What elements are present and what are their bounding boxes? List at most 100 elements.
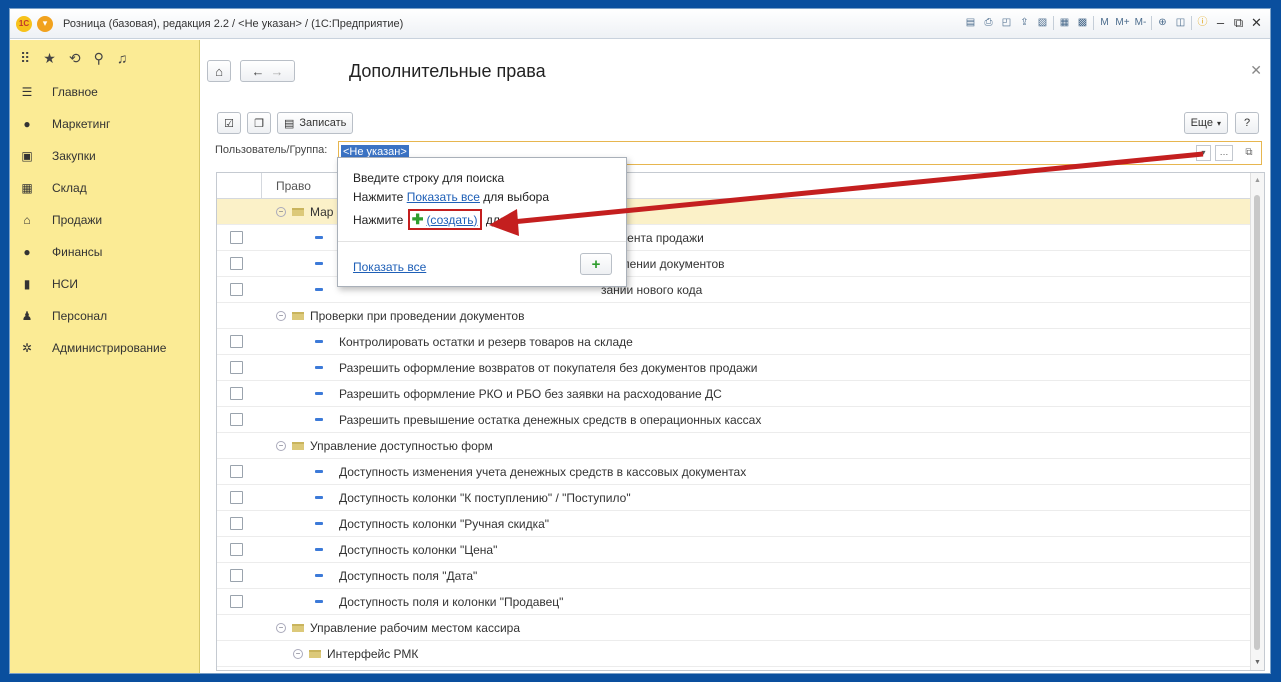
sidebar-item-label: Продажи	[52, 213, 103, 227]
search-icon[interactable]: ⚲	[94, 50, 104, 67]
main-menu-button[interactable]: ▾	[37, 15, 53, 32]
create-link[interactable]: (создать)	[426, 213, 477, 227]
table-row[interactable]: Контролировать остатки и резерв товаров …	[217, 329, 1264, 355]
item-icon	[315, 236, 323, 239]
more-button[interactable]: Еще ▾	[1183, 112, 1228, 134]
row-checkbox[interactable]	[230, 517, 243, 530]
open-icon[interactable]: ⧉	[1241, 145, 1257, 161]
table-row[interactable]: Доступность колонки "Цена"	[217, 537, 1264, 563]
calculator-icon[interactable]: ▦	[1057, 15, 1072, 31]
select-button[interactable]: …	[1215, 145, 1233, 161]
sidebar-item-label: Персонал	[52, 309, 108, 323]
table-row[interactable]: Разрешить превышение остатка денежных ср…	[217, 407, 1264, 433]
memory-mminus-button[interactable]: M-	[1133, 15, 1148, 31]
row-checkbox[interactable]	[230, 413, 243, 426]
table-row[interactable]: Разрешить оформление возвратов от покупа…	[217, 355, 1264, 381]
copy-button[interactable]: ❐	[247, 112, 271, 134]
sidebar-item-main[interactable]: ☰ Главное	[10, 76, 199, 108]
scroll-up-icon[interactable]: ▲	[1254, 177, 1261, 184]
upload-icon[interactable]: ⇪	[1017, 15, 1032, 31]
reference-icon: ▮	[23, 277, 31, 291]
row-checkbox[interactable]	[230, 231, 243, 244]
app-logo: 1С	[16, 15, 32, 32]
star-icon[interactable]: ★	[43, 50, 56, 67]
back-icon[interactable]: ←	[252, 64, 265, 79]
collapse-icon[interactable]: −	[276, 440, 286, 451]
table-row[interactable]: Доступность колонки "Ручная скидка"	[217, 511, 1264, 537]
finance-icon: ●	[23, 245, 31, 259]
maximize-button[interactable]: ⧉	[1231, 15, 1246, 31]
close-window-button[interactable]: ✕	[1249, 15, 1264, 31]
sidebar-item-reference[interactable]: ▮ НСИ	[10, 268, 199, 300]
help-button[interactable]: ?	[1235, 112, 1259, 134]
close-form-icon[interactable]: ✕	[1250, 62, 1262, 79]
sidebar-item-label: Маркетинг	[52, 117, 111, 131]
row-checkbox[interactable]	[230, 569, 243, 582]
memory-m-button[interactable]: M	[1097, 15, 1112, 31]
row-checkbox[interactable]	[230, 387, 243, 400]
group-row[interactable]: − Управление доступностью форм	[217, 433, 1264, 459]
right-label: Доступность колонки "К поступлению" / "П…	[315, 491, 631, 505]
right-label: Разрешить оформление РКО и РБО без заявк…	[315, 387, 722, 401]
staff-icon: ♟	[21, 309, 33, 323]
sidebar-item-sales[interactable]: ⌂ Продажи	[10, 204, 199, 236]
chevron-down-icon: ▾	[1216, 118, 1221, 128]
add-button[interactable]: +	[580, 253, 612, 275]
show-all-inline-link[interactable]: Показать все	[407, 190, 480, 204]
table-row[interactable]: Доступность колонки "К поступлению" / "П…	[217, 485, 1264, 511]
sidebar-item-staff[interactable]: ♟ Персонал	[10, 300, 199, 332]
table-row[interactable]: Доступность изменения учета денежных сре…	[217, 459, 1264, 485]
sidebar-item-marketing[interactable]: ● Маркетинг	[10, 108, 199, 140]
print-icon[interactable]: ⎙	[981, 15, 996, 31]
collapse-icon[interactable]: −	[276, 622, 286, 633]
collapse-icon[interactable]: −	[293, 648, 303, 659]
create-link-highlight[interactable]: ✚ (создать)	[407, 209, 482, 230]
scroll-thumb[interactable]	[1254, 195, 1260, 650]
show-all-link[interactable]: Показать все	[353, 260, 426, 274]
table-row[interactable]: Разрешить оформление РКО и РБО без заявк…	[217, 381, 1264, 407]
memory-mplus-button[interactable]: M+	[1115, 15, 1130, 31]
group-row[interactable]: − Интерфейс РМК	[217, 641, 1264, 667]
row-checkbox[interactable]	[230, 361, 243, 374]
vertical-scrollbar[interactable]: ▲ ▼	[1250, 173, 1264, 670]
bell-icon[interactable]: ♫	[117, 50, 128, 66]
calendar-icon[interactable]: ▩	[1075, 15, 1090, 31]
group-text: Мар	[310, 204, 334, 219]
apps-icon[interactable]: ⠿	[20, 50, 30, 67]
sidebar-item-admin[interactable]: ✲ Администрирование	[10, 332, 199, 364]
row-checkbox[interactable]	[230, 283, 243, 296]
row-checkbox[interactable]	[230, 465, 243, 478]
home-button[interactable]: ⌂	[207, 60, 231, 82]
collapse-icon[interactable]: −	[276, 310, 286, 321]
save-close-button[interactable]: ☑	[217, 112, 241, 134]
save-icon[interactable]: ▤	[963, 15, 978, 31]
checkbox-column-header	[217, 173, 262, 198]
row-checkbox[interactable]	[230, 335, 243, 348]
preview-icon[interactable]: ◰	[999, 15, 1014, 31]
column-header-right[interactable]: Право	[262, 179, 311, 193]
row-checkbox[interactable]	[230, 595, 243, 608]
collapse-icon[interactable]: −	[276, 206, 286, 217]
row-checkbox[interactable]	[230, 491, 243, 504]
right-text: Доступность колонки "Ручная скидка"	[339, 516, 550, 531]
group-row[interactable]: − Управление рабочим местом кассира	[217, 615, 1264, 641]
forward-icon[interactable]: →	[271, 64, 284, 79]
item-icon	[315, 418, 323, 421]
row-checkbox[interactable]	[230, 543, 243, 556]
sidebar-item-finance[interactable]: ● Финансы	[10, 236, 199, 268]
table-row[interactable]: Доступность поля и колонки "Продавец"	[217, 589, 1264, 615]
save-button[interactable]: ▤ Записать	[277, 112, 354, 134]
row-checkbox[interactable]	[230, 257, 243, 270]
dropdown-button[interactable]: ▾	[1196, 145, 1211, 161]
history-icon[interactable]: ⟲	[69, 50, 81, 67]
zoom-icon[interactable]: ⊕	[1155, 15, 1170, 31]
panels-icon[interactable]: ◫	[1173, 15, 1188, 31]
scroll-down-icon[interactable]: ▼	[1254, 659, 1261, 666]
sidebar-item-warehouse[interactable]: ▦ Склад	[10, 172, 199, 204]
minimize-button[interactable]: –	[1213, 15, 1228, 31]
info-icon[interactable]: ⓘ	[1195, 15, 1210, 31]
find-icon[interactable]: ▧	[1035, 15, 1050, 31]
sidebar-item-purchases[interactable]: ▣ Закупки	[10, 140, 199, 172]
table-row[interactable]: Доступность поля "Дата"	[217, 563, 1264, 589]
group-row[interactable]: − Проверки при проведении документов	[217, 303, 1264, 329]
